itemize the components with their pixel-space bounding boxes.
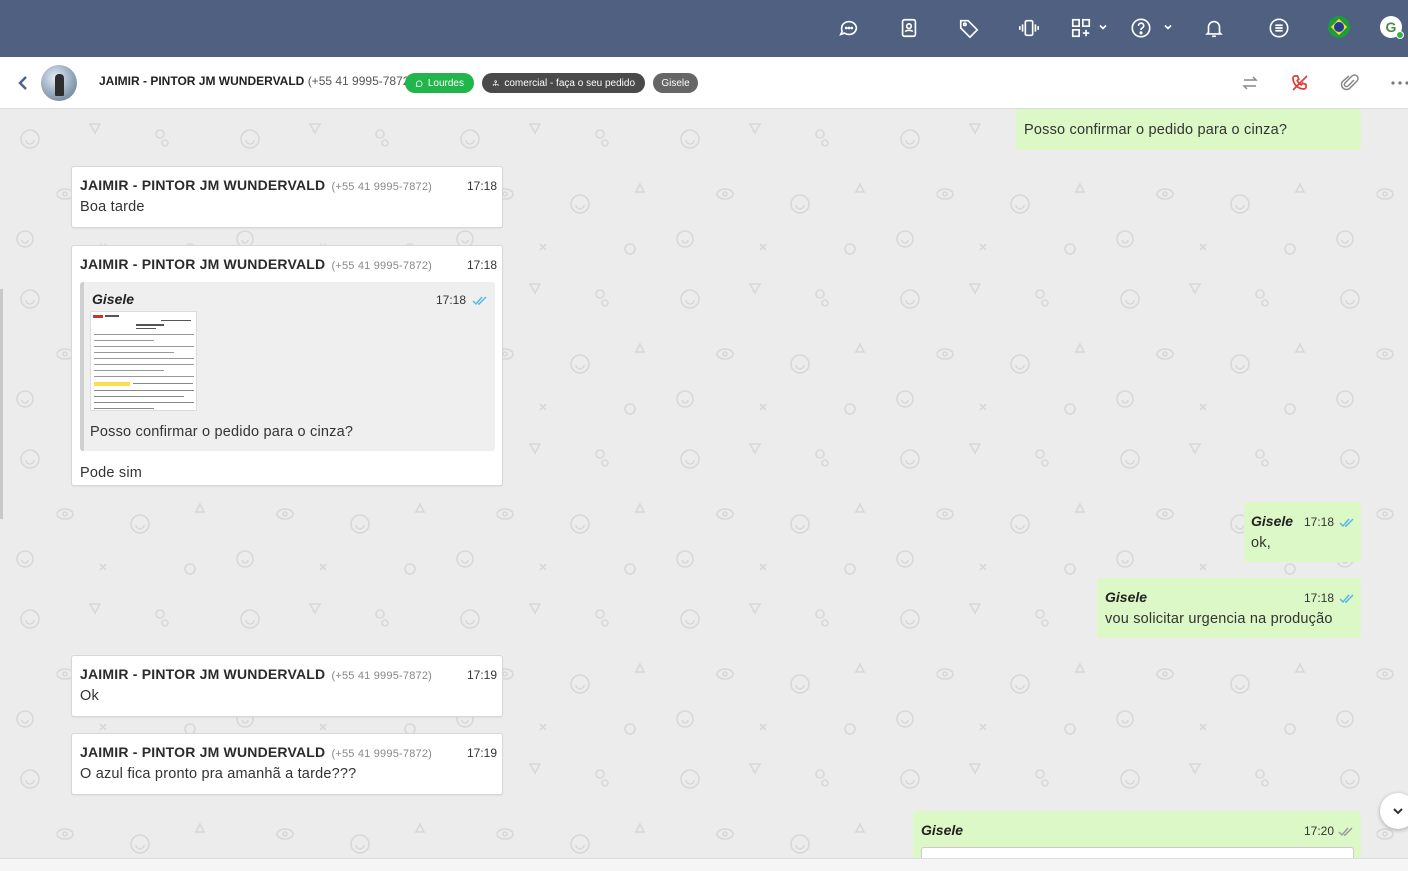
user-avatar[interactable]: G xyxy=(1380,16,1404,39)
agent-name: Gisele xyxy=(1251,513,1294,529)
message-time: 17:19 xyxy=(467,746,498,760)
sender-phone: (+55 41 9995-7872) xyxy=(331,670,433,682)
channel-tag[interactable]: Lourdes xyxy=(405,73,474,93)
message-text: Posso confirmar o pedido para o cinza? xyxy=(1024,122,1288,138)
attachment-preview[interactable] xyxy=(921,847,1354,858)
back-arrow-icon[interactable] xyxy=(14,73,32,93)
message-bubble-incoming[interactable]: JAIMIR - PINTOR JM WUNDERVALD (+55 41 99… xyxy=(71,655,503,717)
bell-icon[interactable] xyxy=(1200,14,1228,42)
message-time: 17:20 xyxy=(1304,824,1335,838)
attachment-icon[interactable] xyxy=(1339,72,1361,94)
sender-name: JAIMIR - PINTOR JM WUNDERVALD xyxy=(80,666,326,682)
sender-name: JAIMIR - PINTOR JM WUNDERVALD xyxy=(80,177,326,193)
user-initial: G xyxy=(1385,19,1397,35)
message-sender: JAIMIR - PINTOR JM WUNDERVALD (+55 41 99… xyxy=(80,177,432,193)
end-call-icon[interactable] xyxy=(1289,72,1311,94)
message-composer[interactable] xyxy=(0,858,1408,871)
department-icon xyxy=(492,79,499,86)
help-icon[interactable] xyxy=(1127,14,1155,42)
chevron-down-icon[interactable] xyxy=(1098,22,1108,32)
sender-phone: (+55 41 9995-7872) xyxy=(331,748,433,760)
contact-phone: (+55 41 9995-7872) xyxy=(307,74,414,88)
vibrate-phone-icon[interactable] xyxy=(1015,14,1043,42)
message-sender: JAIMIR - PINTOR JM WUNDERVALD (+55 41 99… xyxy=(80,666,432,682)
top-app-bar: G xyxy=(0,0,1408,57)
read-receipt-icon xyxy=(1339,518,1354,528)
agent-tag-label: Gisele xyxy=(661,77,690,89)
message-text: Ok xyxy=(80,688,99,704)
message-text: vou solicitar urgencia na produção xyxy=(1105,611,1333,627)
online-status-dot xyxy=(1396,31,1404,39)
chevron-down-icon[interactable] xyxy=(1163,22,1173,32)
transfer-icon[interactable] xyxy=(1239,72,1261,94)
message-time: 17:18 xyxy=(1304,591,1335,605)
message-time: 17:18 xyxy=(1304,515,1335,529)
chat-bubbles-icon[interactable] xyxy=(835,14,863,42)
apps-grid-icon[interactable] xyxy=(1067,14,1095,42)
brazil-flag-icon[interactable] xyxy=(1328,16,1350,38)
whatsapp-icon xyxy=(415,80,423,87)
sender-phone: (+55 41 9995-7872) xyxy=(331,260,433,272)
menu-list-icon[interactable] xyxy=(1265,14,1293,42)
delivered-receipt-icon xyxy=(1338,827,1353,837)
contact-name: JAIMIR - PINTOR JM WUNDERVALD xyxy=(99,74,305,88)
tag-icon[interactable] xyxy=(955,14,983,42)
chevron-down-icon xyxy=(1393,808,1403,815)
quoted-image-thumbnail[interactable] xyxy=(90,311,197,411)
message-bubble-incoming[interactable]: JAIMIR - PINTOR JM WUNDERVALD (+55 41 99… xyxy=(71,733,503,795)
agent-name: Gisele xyxy=(921,822,964,838)
quoted-agent-name: Gisele xyxy=(92,291,135,307)
contacts-book-icon[interactable] xyxy=(895,14,923,42)
message-bubble-incoming[interactable]: JAIMIR - PINTOR JM WUNDERVALD (+55 41 99… xyxy=(71,245,503,486)
message-sender: JAIMIR - PINTOR JM WUNDERVALD (+55 41 99… xyxy=(80,744,432,760)
message-time: 17:18 xyxy=(467,258,498,272)
message-sender: JAIMIR - PINTOR JM WUNDERVALD (+55 41 99… xyxy=(80,256,432,272)
department-tag[interactable]: comercial - faça o seu pedido xyxy=(482,73,645,93)
message-time: 17:18 xyxy=(467,179,498,193)
scroll-to-bottom-button[interactable] xyxy=(1380,793,1408,829)
message-bubble-outgoing[interactable]: Posso confirmar o pedido para o cinza? xyxy=(1016,109,1361,150)
message-time: 17:19 xyxy=(467,668,498,682)
message-text: ok, xyxy=(1251,535,1271,551)
agent-name: Gisele xyxy=(1105,589,1148,605)
more-options-icon[interactable] xyxy=(1389,72,1408,94)
message-text: Pode sim xyxy=(80,465,143,481)
channel-tag-label: Lourdes xyxy=(427,77,464,89)
contact-title[interactable]: JAIMIR - PINTOR JM WUNDERVALD (+55 41 99… xyxy=(99,74,413,88)
quoted-message[interactable]: Gisele 17:18 Posso confirmar o pedido pa… xyxy=(80,282,495,451)
message-bubble-incoming[interactable]: JAIMIR - PINTOR JM WUNDERVALD (+55 41 99… xyxy=(71,166,503,228)
department-tag-label: comercial - faça o seu pedido xyxy=(504,77,635,89)
message-text: O azul fica pronto pra amanhã a tarde??? xyxy=(80,766,357,782)
sender-name: JAIMIR - PINTOR JM WUNDERVALD xyxy=(80,256,326,272)
quoted-message-time: 17:18 xyxy=(436,293,467,307)
chat-messages-area[interactable]: Posso confirmar o pedido para o cinza? J… xyxy=(0,109,1408,858)
message-bubble-outgoing[interactable]: Gisele 17:20 xyxy=(913,811,1361,858)
read-receipt-icon xyxy=(472,296,487,306)
message-bubble-outgoing[interactable]: Gisele 17:18 vou solicitar urgencia na p… xyxy=(1097,578,1361,638)
contact-avatar[interactable] xyxy=(41,65,77,101)
agent-tag[interactable]: Gisele xyxy=(653,73,698,93)
message-bubble-outgoing[interactable]: Gisele 17:18 ok, xyxy=(1244,502,1361,562)
message-text: Boa tarde xyxy=(80,199,145,215)
sender-name: JAIMIR - PINTOR JM WUNDERVALD xyxy=(80,744,326,760)
sender-phone: (+55 41 9995-7872) xyxy=(331,181,433,193)
read-receipt-icon xyxy=(1339,594,1354,604)
chat-header: JAIMIR - PINTOR JM WUNDERVALD (+55 41 99… xyxy=(0,57,1408,109)
scroll-edge xyxy=(0,289,3,519)
quoted-message-text: Posso confirmar o pedido para o cinza? xyxy=(90,424,354,440)
